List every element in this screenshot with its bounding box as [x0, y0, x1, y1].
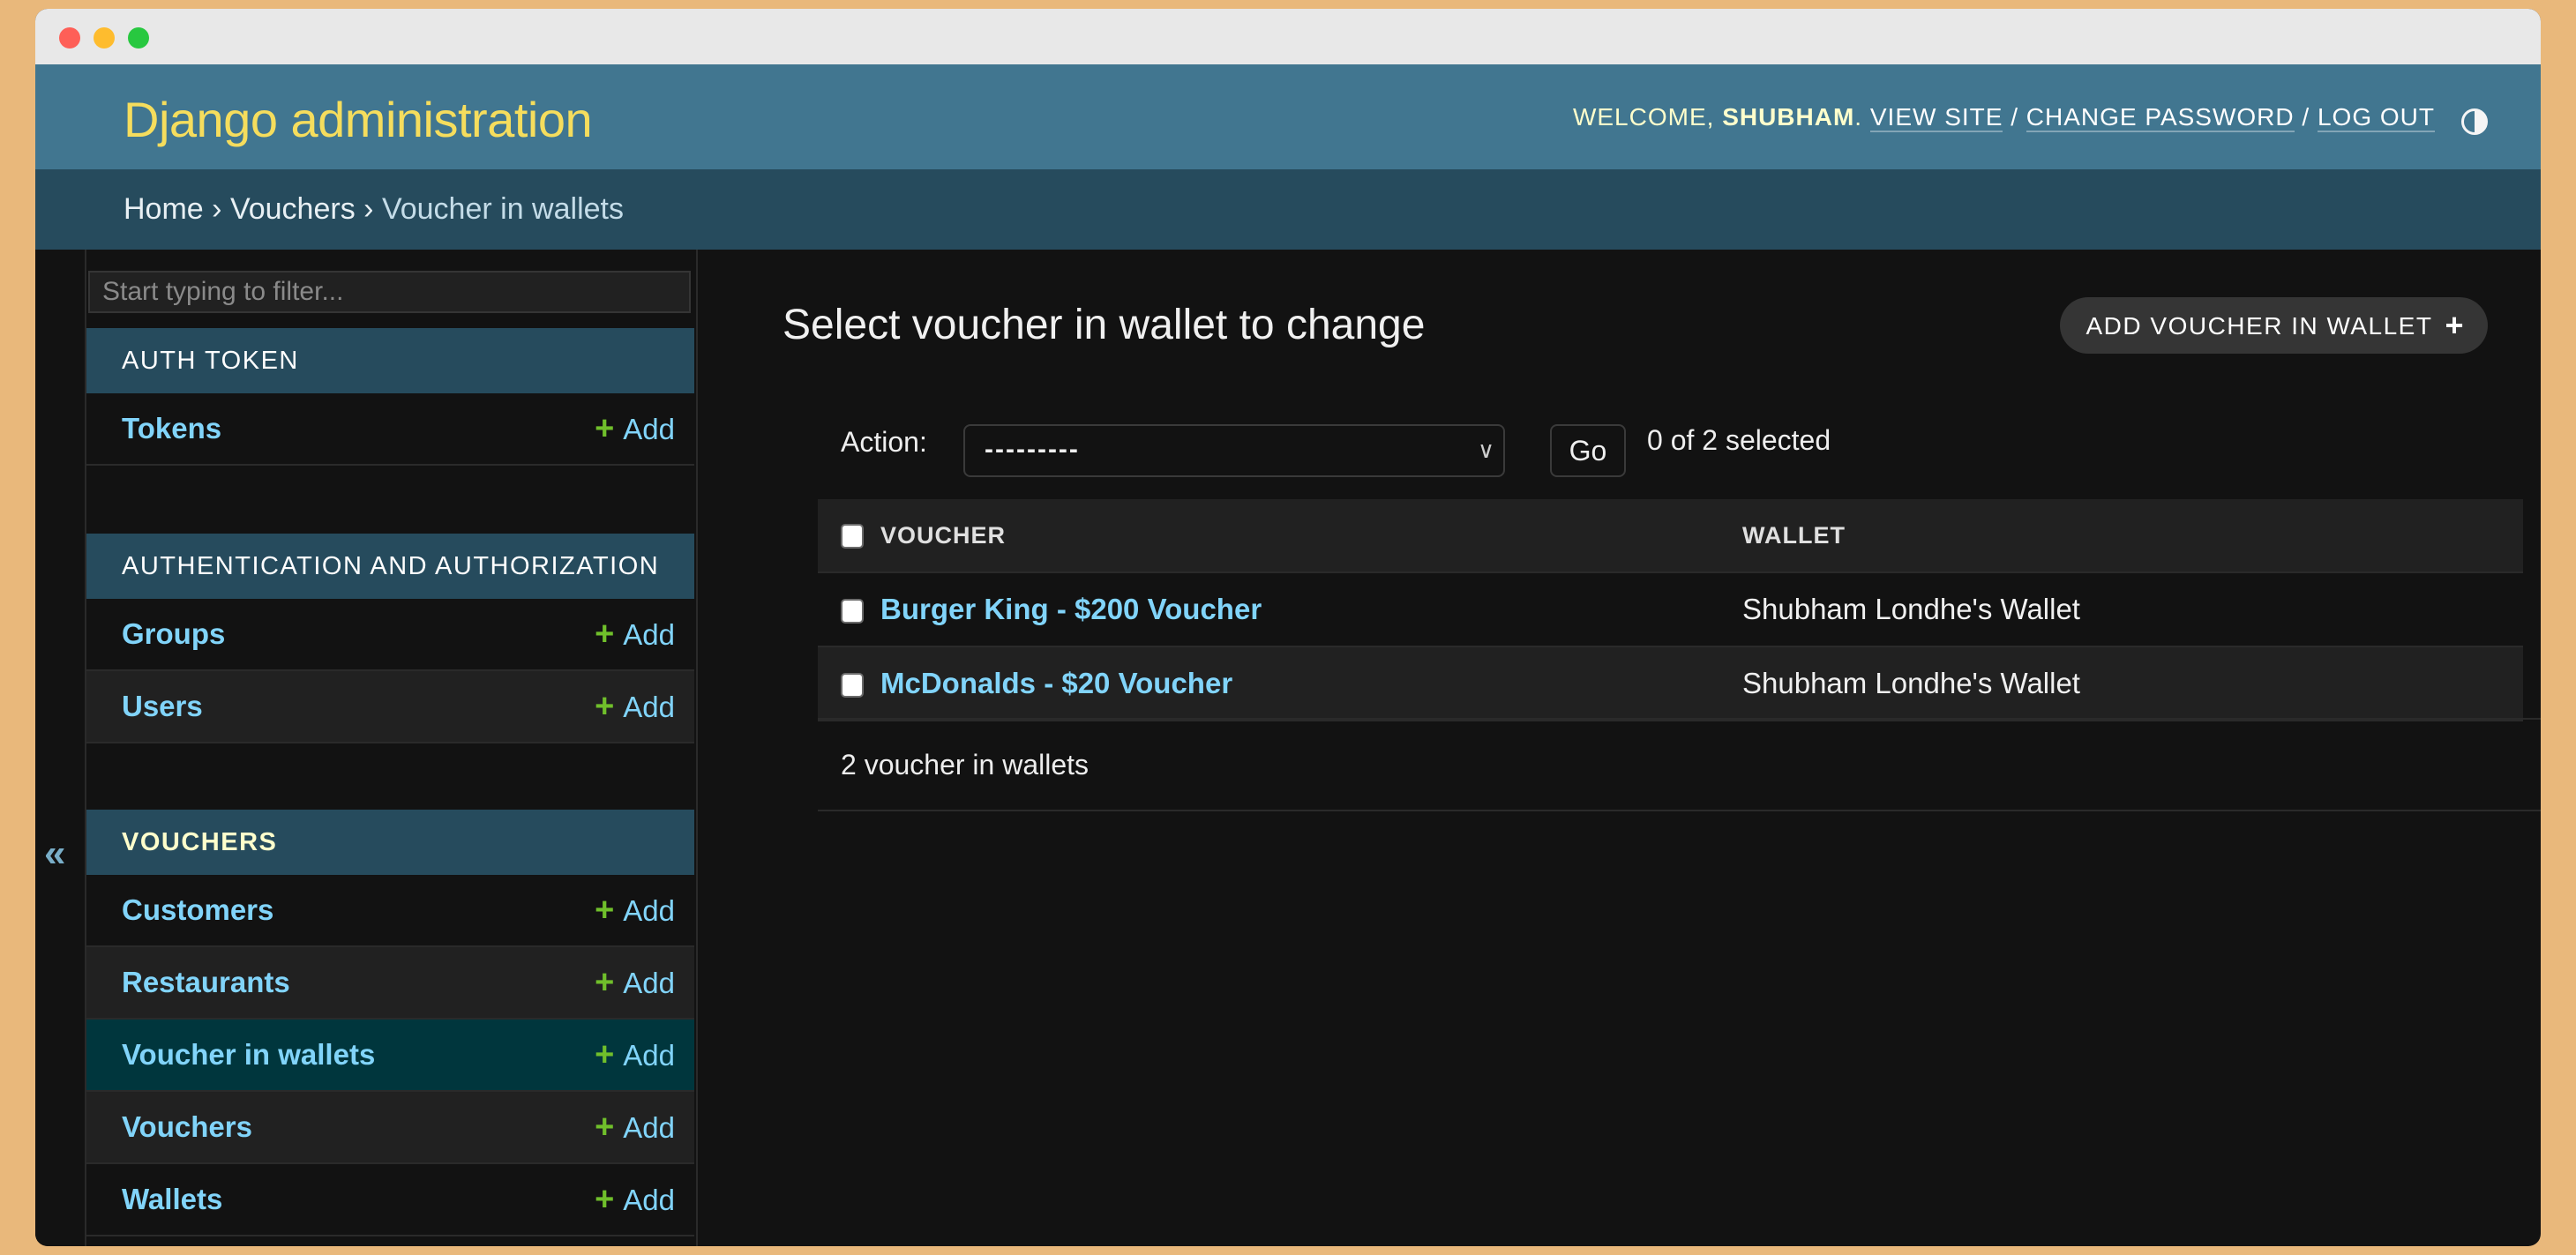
sidebar-item-groups: Groups + Add: [86, 599, 694, 671]
change-password-link[interactable]: Change password: [2026, 103, 2295, 132]
theme-toggle-icon[interactable]: [2461, 108, 2488, 135]
column-header-voucher[interactable]: VOUCHER: [880, 499, 1741, 573]
actions-bar: Action: --------- ∨ Go 0 of 2 selected: [818, 415, 2523, 488]
sidebar-item-label[interactable]: Wallets: [122, 1183, 222, 1215]
page-title: Select voucher in wallet to change: [783, 302, 1426, 348]
sidebar-filter-input[interactable]: [88, 271, 691, 313]
breadcrumb-separator: ›: [363, 192, 374, 226]
separator: /: [2302, 103, 2310, 131]
add-icon: +: [595, 616, 615, 653]
breadcrumb: Home › Vouchers › Voucher in wallets: [35, 169, 2541, 250]
add-icon: +: [595, 964, 615, 1001]
column-header-wallet[interactable]: WALLET: [1741, 499, 2523, 573]
sidebar-item-users: Users + Add: [86, 671, 694, 743]
add-wallets-link[interactable]: + Add: [595, 1164, 675, 1236]
close-window-button[interactable]: [59, 27, 80, 49]
minimize-window-button[interactable]: [94, 27, 115, 49]
welcome-text: Welcome,: [1572, 103, 1715, 131]
sidebar-item-voucher-in-wallets: Voucher in wallets + Add: [86, 1020, 694, 1092]
voucher-link[interactable]: McDonalds - $20 Voucher: [880, 667, 1232, 699]
add-icon: +: [595, 1109, 615, 1146]
add-groups-link[interactable]: + Add: [595, 599, 675, 670]
username: Shubham: [1722, 103, 1855, 131]
results-table-container: VOUCHER WALLET Burger King - $200 Vouche…: [818, 499, 2523, 721]
sidebar: AUTH TOKEN Tokens +Add AUTHENTICATION AN…: [85, 250, 698, 1246]
go-button[interactable]: Go: [1550, 424, 1626, 477]
sidebar-item-label[interactable]: Customers: [122, 893, 273, 926]
sidebar-item-label[interactable]: Users: [122, 690, 203, 722]
sidebar-item-label[interactable]: Restaurants: [122, 966, 290, 998]
row-checkbox[interactable]: [841, 599, 864, 624]
log-out-link[interactable]: Log out: [2317, 103, 2435, 132]
module-caption-vouchers[interactable]: VOUCHERS: [86, 810, 694, 875]
sidebar-item-label[interactable]: Vouchers: [122, 1110, 252, 1143]
action-label: Action:: [841, 426, 927, 458]
sidebar-toggle-column: «: [35, 250, 85, 1246]
add-voucher-in-wallet-button[interactable]: ADD VOUCHER IN WALLET +: [2059, 297, 2488, 354]
module-caption-authentication-and-authorization[interactable]: AUTHENTICATION AND AUTHORIZATION: [86, 534, 694, 599]
add-tokens-link[interactable]: + Add: [595, 393, 675, 465]
sidebar-item-wallets: Wallets + Add: [86, 1164, 694, 1236]
add-icon: +: [595, 688, 615, 725]
action-select[interactable]: --------- ∨: [963, 424, 1505, 477]
results-table: VOUCHER WALLET Burger King - $200 Vouche…: [818, 499, 2523, 721]
add-voucher-in-wallets-link[interactable]: + Add: [595, 1020, 675, 1091]
table-row: Burger King - $200 Voucher Shubham Londh…: [818, 572, 2523, 647]
content-main: Select voucher in wallet to change ADD V…: [783, 250, 2541, 1246]
breadcrumb-current: Voucher in wallets: [381, 192, 624, 226]
site-brand-link[interactable]: Django administration: [124, 91, 593, 148]
user-tools: Welcome, Shubham. View site / Change pas…: [1572, 103, 2435, 132]
sidebar-item-restaurants: Restaurants + Add: [86, 947, 694, 1020]
select-all-checkbox[interactable]: [841, 524, 864, 549]
sidebar-item-label[interactable]: Groups: [122, 617, 225, 650]
collapse-sidebar-icon[interactable]: «: [44, 832, 65, 876]
breadcrumb-separator: ›: [212, 192, 222, 226]
paginator: 2 voucher in wallets: [818, 718, 2541, 811]
add-customers-link[interactable]: + Add: [595, 875, 675, 946]
separator: /: [2011, 103, 2018, 131]
site-header: Django administration Welcome, Shubham. …: [35, 64, 2541, 169]
select-all-cell: [818, 499, 880, 573]
sidebar-item-vouchers: Vouchers + Add: [86, 1092, 694, 1164]
add-restaurants-link[interactable]: + Add: [595, 947, 675, 1019]
add-icon: +: [595, 1036, 615, 1073]
sidebar-item-tokens: Tokens + Add: [86, 393, 694, 466]
add-icon: +: [595, 1181, 615, 1218]
module-caption-auth-token[interactable]: AUTH TOKEN: [86, 328, 694, 393]
wallet-cell: Shubham Londhe's Wallet: [1741, 572, 2523, 647]
plus-icon: +: [2445, 307, 2465, 343]
add-icon: +: [595, 410, 615, 447]
breadcrumb-home[interactable]: Home: [124, 192, 204, 226]
window-titlebar: [35, 9, 2541, 64]
selection-counter: 0 of 2 selected: [1647, 424, 1831, 456]
chevron-down-icon: ∨: [1477, 437, 1494, 463]
view-site-link[interactable]: View site: [1869, 103, 2003, 132]
row-checkbox[interactable]: [841, 673, 864, 698]
wallet-cell: Shubham Londhe's Wallet: [1741, 646, 2523, 721]
sidebar-item-label[interactable]: Voucher in wallets: [122, 1038, 375, 1071]
sidebar-item-label[interactable]: Tokens: [122, 412, 221, 444]
browser-window: Django administration Welcome, Shubham. …: [35, 9, 2541, 1246]
breadcrumb-app[interactable]: Vouchers: [230, 192, 356, 226]
table-row: McDonalds - $20 Voucher Shubham Londhe's…: [818, 646, 2523, 721]
add-users-link[interactable]: + Add: [595, 671, 675, 743]
add-vouchers-link[interactable]: + Add: [595, 1092, 675, 1163]
add-icon: +: [595, 892, 615, 929]
sidebar-item-customers: Customers + Add: [86, 875, 694, 947]
table-header-row: VOUCHER WALLET: [818, 499, 2523, 573]
maximize-window-button[interactable]: [128, 27, 149, 49]
voucher-link[interactable]: Burger King - $200 Voucher: [880, 593, 1262, 625]
